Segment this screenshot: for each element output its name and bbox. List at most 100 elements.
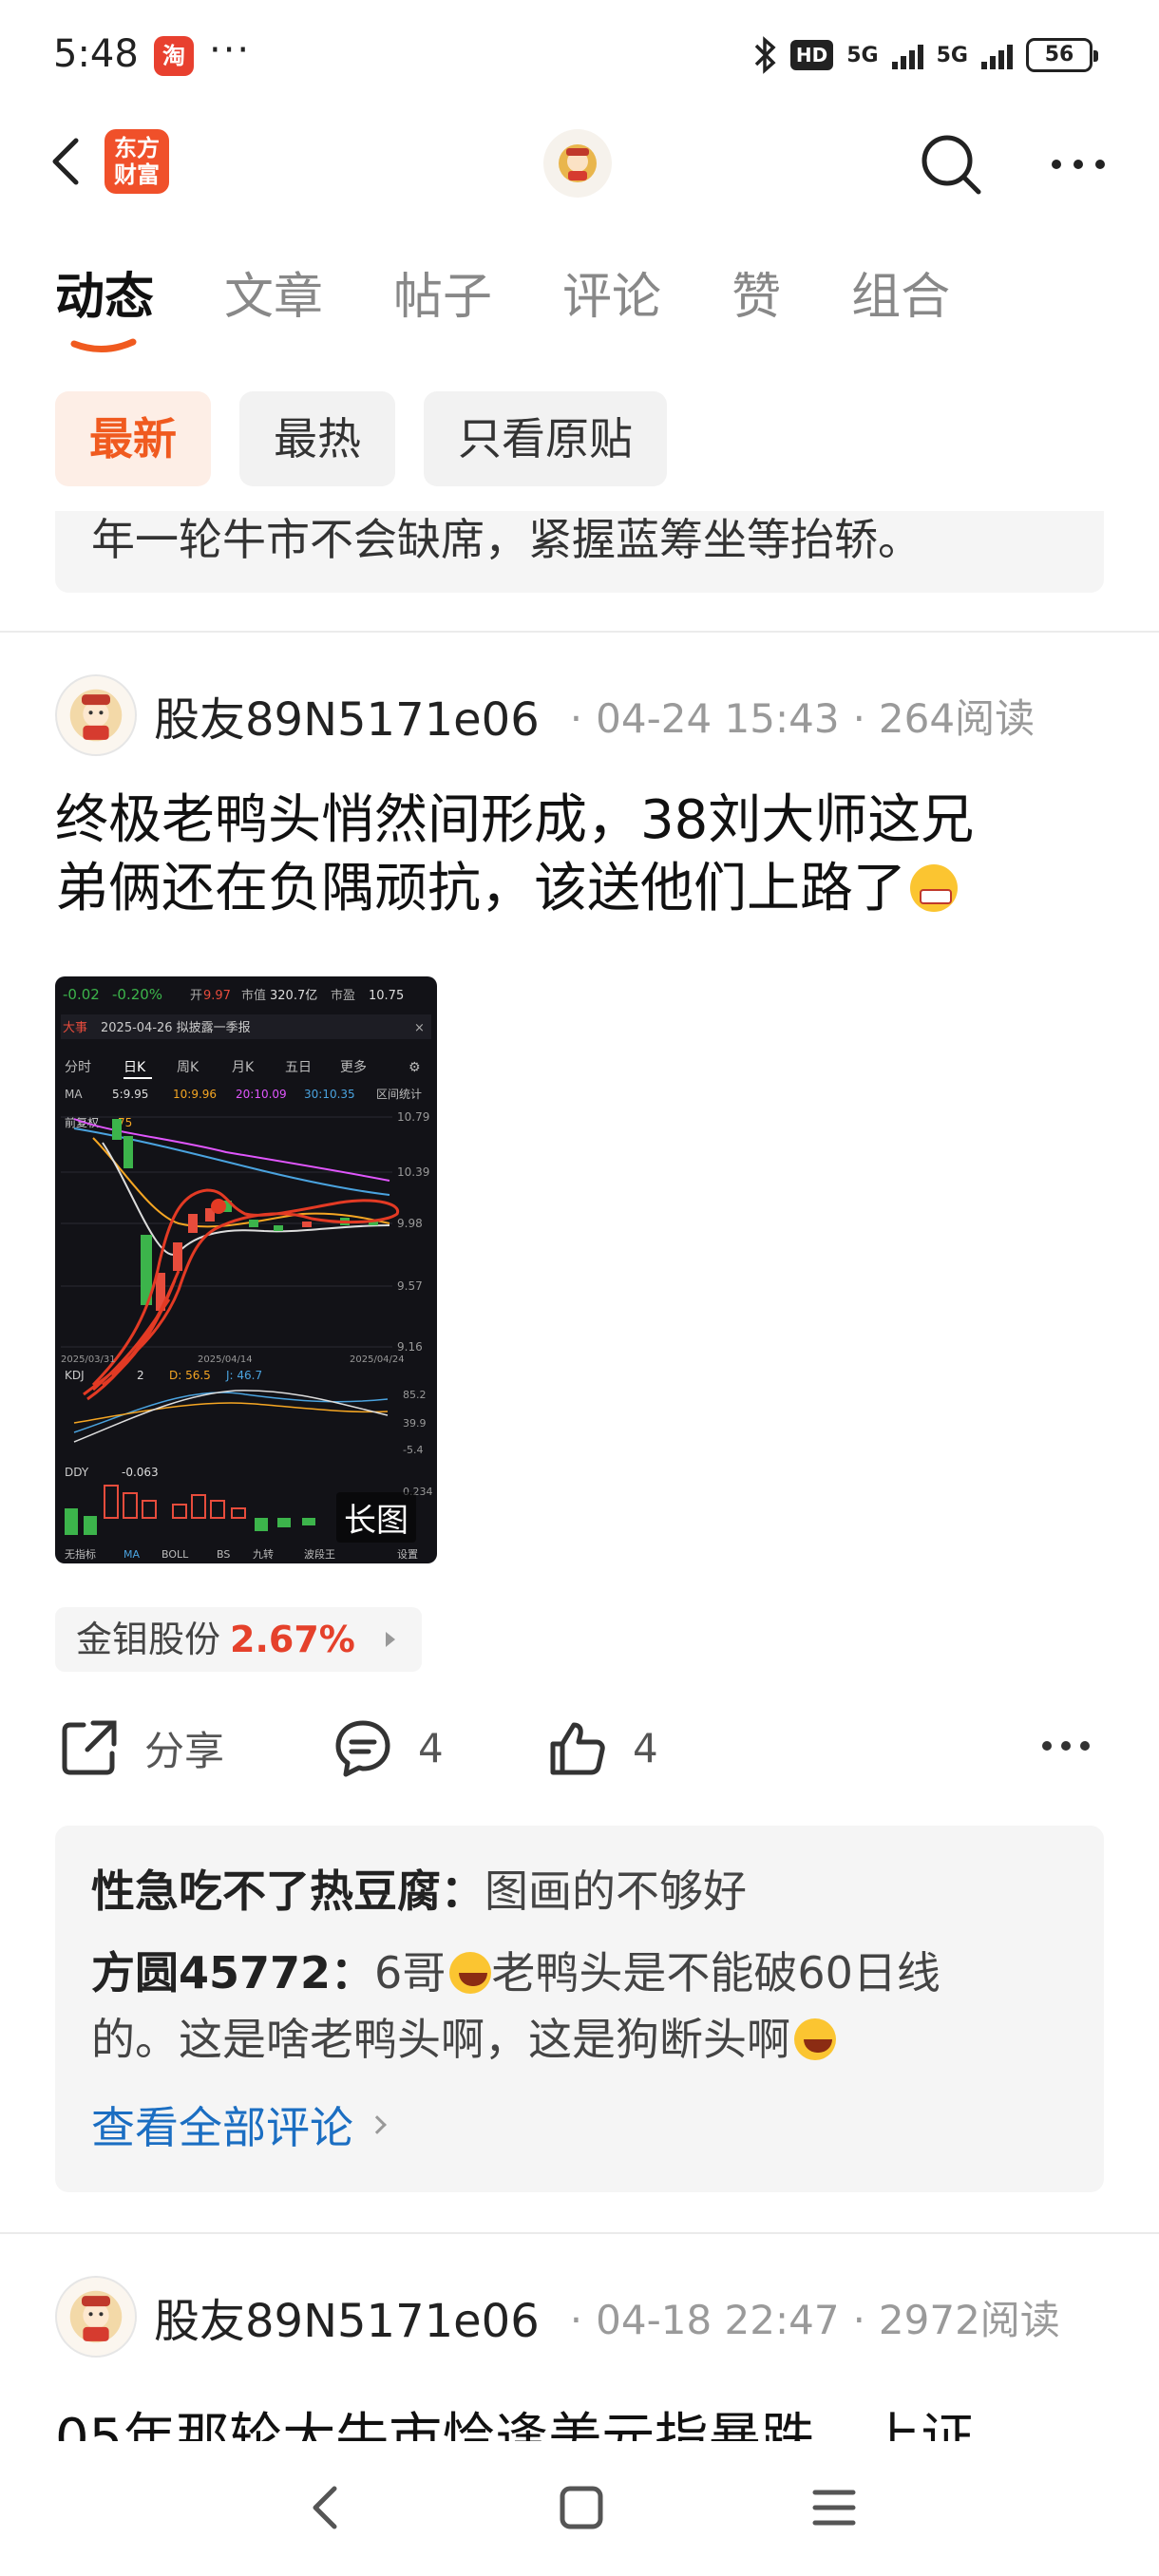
comments-preview[interactable]: 性急吃不了热豆腐：图画的不够好 方圆45772：6哥 老鸭头是不能破60日线 的。… [55, 1826, 1104, 2192]
tab-portfolio[interactable]: 组合 [851, 256, 950, 328]
post-header: 股友89N5171e06 · 04-18 22:47 · 2972阅读 [55, 2276, 1060, 2358]
filter-original-only[interactable]: 只看原贴 [424, 391, 667, 486]
chart-change: -0.02 [63, 986, 100, 1003]
svg-text:30:10.35: 30:10.35 [304, 1088, 355, 1101]
svg-text:×: × [414, 1021, 425, 1035]
svg-text:9.57: 9.57 [397, 1279, 423, 1293]
view-all-comments-link[interactable]: 查看全部评论 [91, 2093, 1068, 2156]
svg-text:-5.4: -5.4 [403, 1444, 423, 1456]
profile-tabs: 动态 文章 帖子 评论 赞 组合 [55, 256, 1020, 328]
signal-5g-label-2: 5G [936, 43, 968, 67]
search-icon[interactable] [918, 131, 984, 198]
comment-item: 性急吃不了热豆腐：图画的不够好 [91, 1858, 1068, 1924]
system-back-icon[interactable] [302, 2481, 350, 2534]
chart-bottom-tabs: 无指标 MA BOLL BS 九转 波段王 设置 [65, 1547, 418, 1561]
chart-hand-annotation [83, 1188, 400, 1401]
svg-text:波段王: 波段王 [304, 1547, 335, 1561]
author-name[interactable]: 股友89N5171e06 [154, 2283, 540, 2350]
top-nav: 东方 财富 [0, 114, 1159, 209]
chart-ddy-bars [65, 1485, 315, 1535]
author-name[interactable]: 股友89N5171e06 [154, 682, 540, 748]
svg-text:九转: 九转 [253, 1547, 274, 1561]
post-more-icon[interactable] [1039, 1736, 1092, 1755]
commenter-name[interactable]: 性急吃不了热豆腐： [91, 1866, 484, 1917]
post-body-line2: 弟俩还在负隅顽抗，该送他们上路了 [55, 858, 906, 919]
post-meta: · 04-18 22:47 · 2972阅读 [569, 2296, 1060, 2343]
tab-articles[interactable]: 文章 [224, 256, 323, 328]
status-time: 5:48 [53, 32, 139, 76]
chart-mktcap: 320.7亿 [270, 989, 317, 1003]
chart-mktcap-label: 市值 [241, 988, 266, 1003]
svg-text:9.98: 9.98 [397, 1217, 423, 1230]
like-count: 4 [633, 1724, 658, 1771]
share-button[interactable]: 分享 [59, 1717, 224, 1778]
post-chart-image[interactable]: -0.02 -0.20% 开 9.97 市值 320.7亿 市盈 10.75 大… [55, 976, 437, 1563]
svg-text:2: 2 [137, 1369, 144, 1382]
share-icon [62, 1720, 117, 1775]
filter-hottest[interactable]: 最热 [239, 391, 395, 486]
signal-5g-label-1: 5G [846, 43, 879, 67]
author-avatar-icon[interactable] [55, 2276, 137, 2358]
chart-pe: 10.75 [369, 989, 404, 1003]
svg-text:5:9.95: 5:9.95 [112, 1088, 148, 1101]
status-right-icons: HD 5G 5G 56 [752, 34, 1098, 76]
grin-emoji-icon [910, 864, 958, 912]
tab-likes[interactable]: 赞 [732, 256, 781, 328]
filter-latest[interactable]: 最新 [55, 391, 211, 486]
comment-text-b: 老鸭头是不能破60日线 [491, 1947, 940, 1998]
svg-text:无指标: 无指标 [65, 1547, 96, 1561]
comment-text-a: 6哥 [374, 1947, 446, 1998]
post-meta: · 04-24 15:43 · 264阅读 [569, 694, 1036, 742]
svg-text:MA: MA [124, 1548, 140, 1561]
tab-posts[interactable]: 帖子 [393, 256, 492, 328]
commenter-name[interactable]: 方圆45772： [91, 1947, 374, 1998]
svg-text:10.39: 10.39 [397, 1165, 429, 1179]
hd-badge: HD [789, 40, 834, 70]
svg-text:⚙: ⚙ [408, 1060, 421, 1075]
like-button[interactable]: 4 [547, 1717, 658, 1778]
previous-post-quote[interactable]: 年一轮牛市不会缺席，紧握蓝筹坐等抬轿。 [55, 511, 1104, 593]
post-header: 股友89N5171e06 · 04-24 15:43 · 264阅读 [55, 674, 1035, 756]
post2-body[interactable]: 05年那轮大牛市恰逢美元指暴跌，上证 [0, 2394, 1159, 2441]
post-date: 04-18 22:47 [596, 2296, 840, 2343]
chart-event-tag: 大事 [63, 1021, 87, 1035]
chevron-right-icon [368, 2115, 387, 2134]
tab-comments[interactable]: 评论 [562, 256, 661, 328]
status-bar: 5:48 淘 ··· HD 5G 5G 56 [0, 0, 1159, 114]
brand-line1: 东方 [114, 134, 160, 161]
stock-change-pct: 2.67% [230, 1619, 355, 1660]
chart-event: 2025-04-26 拟披露一季报 [101, 1021, 251, 1035]
laugh-cry-emoji-icon [449, 1952, 492, 1994]
stock-name: 金钼股份 [76, 1619, 221, 1660]
tab-dynamic[interactable]: 动态 [55, 256, 154, 328]
post-actions: 分享 4 4 [55, 1717, 1110, 1786]
svg-text:85.2: 85.2 [403, 1389, 427, 1401]
chart-dates: 2025/03/31 2025/04/14 2025/04/24 [61, 1354, 405, 1365]
post-reads: 2972阅读 [878, 2296, 1060, 2343]
user-avatar-icon[interactable] [543, 129, 612, 198]
status-more-dots: ··· [209, 28, 252, 72]
system-home-icon[interactable] [555, 2481, 608, 2534]
svg-text:更多: 更多 [340, 1059, 367, 1075]
svg-text:2025/03/31: 2025/03/31 [61, 1354, 116, 1365]
chart-period-tabs: 分时 日K 周K 月K 五日 更多 ⚙ [65, 1059, 421, 1075]
back-arrow-icon[interactable] [44, 135, 91, 188]
svg-text:2025/04/14: 2025/04/14 [198, 1354, 253, 1365]
post-divider [0, 2232, 1159, 2234]
post-body[interactable]: 终极老鸭头悄然间形成，38刘大师这兄 弟俩还在负隅顽抗，该送他们上路了 [55, 786, 1110, 923]
author-avatar-icon[interactable] [55, 674, 137, 756]
chart-price-axis: 10.79 10.39 9.98 9.57 9.16 [397, 1110, 429, 1354]
more-options-icon[interactable] [1045, 141, 1112, 188]
taobao-app-icon: 淘 [154, 36, 194, 76]
svg-text:9.16: 9.16 [397, 1340, 423, 1354]
svg-text:月K: 月K [232, 1060, 255, 1075]
post-divider [0, 631, 1159, 633]
signal-bars-icon-1 [891, 41, 923, 69]
chart-open: 9.97 [203, 989, 231, 1003]
eastmoney-logo[interactable]: 东方 财富 [104, 129, 169, 194]
stock-tag[interactable]: 金钼股份 2.67% [55, 1607, 422, 1672]
svg-text:周K: 周K [177, 1060, 200, 1075]
svg-text:-0.063: -0.063 [122, 1466, 159, 1479]
system-menu-icon[interactable] [808, 2481, 861, 2534]
comment-button[interactable]: 4 [332, 1717, 444, 1778]
